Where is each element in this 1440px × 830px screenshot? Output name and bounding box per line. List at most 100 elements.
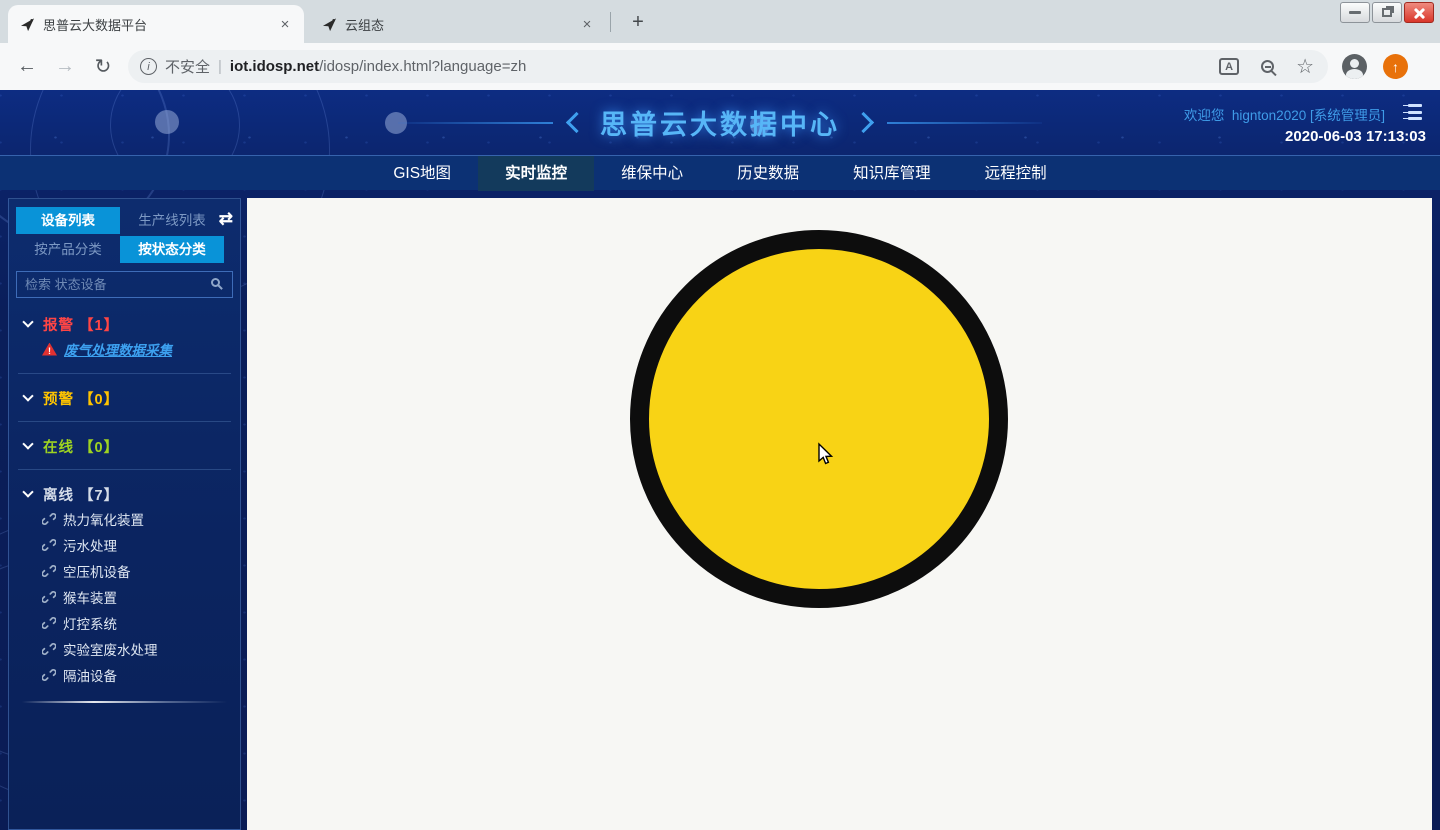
forward-icon[interactable]: →: [46, 55, 84, 78]
device-item-offline[interactable]: 污水处理: [16, 532, 233, 558]
close-button[interactable]: [1404, 2, 1434, 23]
browser-tab-strip: 思普云大数据平台 × 云组态 × +: [0, 0, 1440, 43]
swap-icon[interactable]: ⇄: [219, 209, 233, 229]
browser-update-icon[interactable]: ↑: [1383, 54, 1408, 79]
toolbar-right: ↑: [1342, 54, 1408, 79]
device-item-offline[interactable]: 实验室废水处理: [16, 636, 233, 662]
nav-item-realtime[interactable]: 实时监控: [478, 156, 594, 191]
warning-triangle-icon: !: [42, 343, 57, 356]
device-link[interactable]: 废气处理数据采集: [64, 339, 172, 359]
tab-device-list[interactable]: 设备列表: [16, 207, 120, 234]
main-nav: GIS地图 实时监控 维保中心 历史数据 知识库管理 远程控制: [0, 155, 1440, 190]
menu-list-icon[interactable]: [1402, 104, 1422, 120]
broken-link-icon: [42, 642, 56, 656]
device-label[interactable]: 热力氧化装置: [63, 509, 144, 529]
tab-close-icon[interactable]: ×: [578, 15, 596, 33]
chevron-down-icon[interactable]: [22, 390, 33, 401]
group-offline[interactable]: 离线 【7】: [16, 482, 233, 506]
search-box: [16, 271, 233, 298]
device-item-offline[interactable]: 隔油设备: [16, 662, 233, 688]
device-label[interactable]: 猴车装置: [63, 587, 117, 607]
back-icon[interactable]: ←: [8, 55, 46, 78]
status-tree: 报警 【1】 ! 废气处理数据采集 预警 【0】 在线 【0】: [16, 312, 233, 703]
new-tab-button[interactable]: +: [624, 8, 652, 36]
username[interactable]: hignton2020: [1232, 108, 1306, 123]
favicon-icon: [322, 17, 337, 32]
tab-title: 云组态: [345, 15, 570, 34]
site-banner: 思普云大数据中心 欢迎您 hignton2020 [系统管理员] 2020-06…: [0, 90, 1440, 155]
group-warning[interactable]: 预警 【0】: [16, 386, 233, 410]
nav-item-remote[interactable]: 远程控制: [958, 156, 1074, 191]
mouse-cursor: [815, 442, 837, 466]
nav-item-history[interactable]: 历史数据: [710, 156, 826, 191]
restore-button[interactable]: [1372, 2, 1402, 23]
nav-item-knowledge[interactable]: 知识库管理: [826, 156, 958, 191]
device-label[interactable]: 空压机设备: [63, 561, 131, 581]
welcome-text: 欢迎您 hignton2020 [系统管理员]: [1184, 104, 1385, 124]
tab-by-product[interactable]: 按产品分类: [16, 236, 120, 263]
chevron-down-icon[interactable]: [22, 316, 33, 327]
tab-divider: [610, 12, 611, 32]
datetime-display: 2020-06-03 17:13:03: [1285, 128, 1426, 145]
device-item-offline[interactable]: 灯控系统: [16, 610, 233, 636]
bookmark-star-icon[interactable]: ☆: [1296, 54, 1314, 79]
broken-link-icon: [42, 668, 56, 682]
translate-icon[interactable]: A: [1219, 58, 1239, 75]
omnibox-actions: A ☆: [1219, 54, 1314, 79]
chevron-down-icon[interactable]: [22, 438, 33, 449]
title-decor-line-right: [887, 122, 1042, 124]
tab-close-icon[interactable]: ×: [276, 15, 294, 33]
list-end-divider: [22, 701, 227, 703]
device-item-offline[interactable]: 空压机设备: [16, 558, 233, 584]
nav-item-gis[interactable]: GIS地图: [366, 156, 478, 191]
url-separator: |: [218, 58, 222, 75]
device-label[interactable]: 灯控系统: [63, 613, 117, 633]
zoom-out-icon[interactable]: [1261, 60, 1274, 73]
tab-title: 思普云大数据平台: [43, 15, 268, 34]
group-online-label: 在线 【0】: [43, 436, 119, 457]
minimize-button[interactable]: [1340, 2, 1370, 23]
device-label[interactable]: 实验室废水处理: [63, 639, 158, 659]
group-alarm-label: 报警 【1】: [43, 314, 119, 335]
tab-production-line-list[interactable]: 生产线列表: [120, 207, 224, 234]
device-label[interactable]: 隔油设备: [63, 665, 117, 685]
group-warning-label: 预警 【0】: [43, 388, 119, 409]
search-icon[interactable]: [211, 278, 220, 287]
group-offline-label: 离线 【7】: [43, 484, 119, 505]
broken-link-icon: [42, 590, 56, 604]
device-item-offline[interactable]: 猴车装置: [16, 584, 233, 610]
security-label: 不安全: [165, 56, 210, 77]
device-label[interactable]: 污水处理: [63, 535, 117, 555]
browser-tab-inactive[interactable]: 云组态 ×: [310, 5, 606, 43]
search-input[interactable]: [25, 277, 206, 292]
tab-by-status[interactable]: 按状态分类: [120, 236, 224, 263]
url-path: /idosp/index.html?language=zh: [319, 58, 526, 75]
user-role: [系统管理员]: [1310, 108, 1385, 123]
status-indicator-circle[interactable]: [630, 230, 1008, 608]
screen: 思普云大数据平台 × 云组态 × + ← → ↻ i 不安全 | iot.ido…: [0, 0, 1440, 830]
page-url: iot.idosp.net/idosp/index.html?language=…: [230, 58, 526, 75]
monitor-canvas[interactable]: [247, 198, 1432, 830]
title-decor-line-left: [398, 122, 553, 124]
profile-avatar-icon[interactable]: [1342, 54, 1367, 79]
favicon-icon: [20, 17, 35, 32]
browser-tab-active[interactable]: 思普云大数据平台 ×: [8, 5, 304, 43]
device-item-alarm[interactable]: ! 废气处理数据采集: [16, 336, 233, 362]
chevron-down-icon[interactable]: [22, 486, 33, 497]
title-decor-chevron-left: [566, 112, 587, 133]
divider: [18, 421, 231, 422]
list-type-tabs: 设备列表 生产线列表 ⇄: [16, 207, 233, 234]
group-online[interactable]: 在线 【0】: [16, 434, 233, 458]
webpage: 思普云大数据中心 欢迎您 hignton2020 [系统管理员] 2020-06…: [0, 90, 1440, 830]
broken-link-icon: [42, 512, 56, 526]
nav-item-maintenance[interactable]: 维保中心: [594, 156, 710, 191]
device-item-offline[interactable]: 热力氧化装置: [16, 506, 233, 532]
info-icon[interactable]: i: [140, 58, 157, 75]
group-alarm[interactable]: 报警 【1】: [16, 312, 233, 336]
site-title: 思普云大数据中心: [600, 103, 840, 142]
broken-link-icon: [42, 538, 56, 552]
welcome-prefix: 欢迎您: [1184, 108, 1225, 123]
address-bar[interactable]: i 不安全 | iot.idosp.net/idosp/index.html?l…: [128, 50, 1328, 83]
reload-icon[interactable]: ↻: [84, 54, 122, 79]
broken-link-icon: [42, 616, 56, 630]
